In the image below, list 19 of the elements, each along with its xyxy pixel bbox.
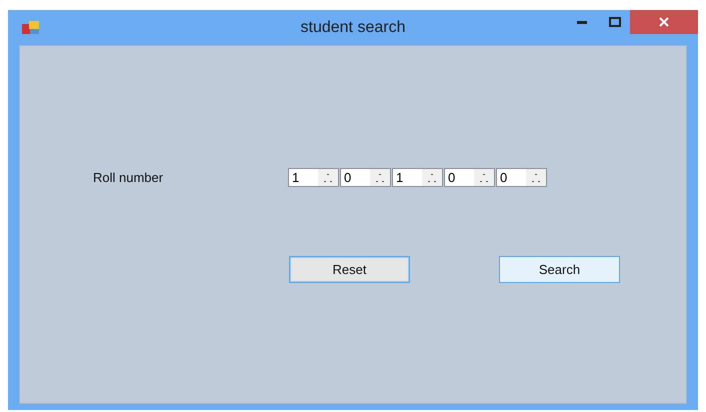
- number-spinner[interactable]: 0: [444, 168, 495, 187]
- spin-arrows-icon[interactable]: [526, 169, 546, 186]
- close-button[interactable]: [630, 10, 698, 34]
- spin-arrows-icon[interactable]: [370, 169, 390, 186]
- search-button[interactable]: Search: [499, 256, 620, 283]
- roll-number-label: Roll number: [93, 170, 164, 185]
- spin-arrows-icon[interactable]: [474, 169, 494, 186]
- spin-arrows-icon[interactable]: [422, 169, 442, 186]
- number-spinner[interactable]: 0: [340, 168, 391, 187]
- close-icon: [659, 17, 669, 27]
- reset-button[interactable]: Reset: [289, 256, 410, 283]
- number-spinner[interactable]: 0: [496, 168, 547, 187]
- number-spinner[interactable]: 1: [288, 168, 339, 187]
- minimize-icon: [577, 20, 587, 24]
- spin-arrows-icon[interactable]: [318, 169, 338, 186]
- maximize-icon: [609, 17, 621, 27]
- number-spinner[interactable]: 1: [392, 168, 443, 187]
- app-icon: [22, 20, 40, 34]
- window-title: student search: [300, 18, 406, 36]
